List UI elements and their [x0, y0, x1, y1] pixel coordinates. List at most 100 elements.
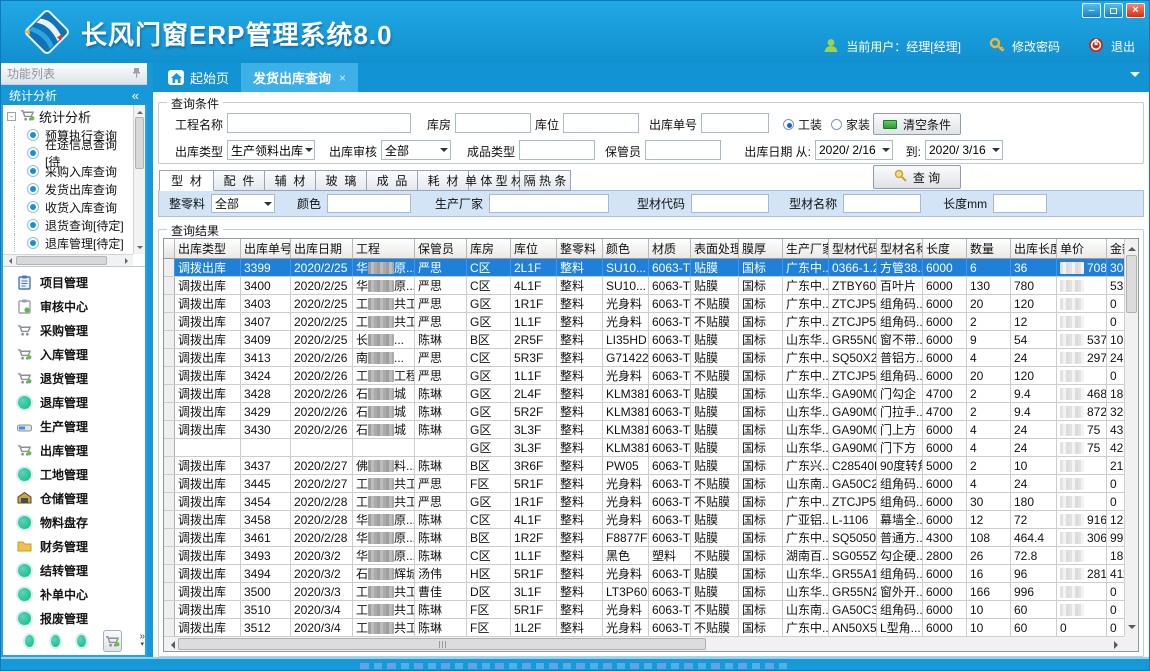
cell-date[interactable]: 2020/3/2 [291, 547, 353, 564]
cell-name[interactable]: 组角码... [877, 601, 923, 618]
cell-surf[interactable]: 不贴膜 [691, 295, 739, 312]
cell-no[interactable]: 3400 [241, 277, 291, 294]
cell-code[interactable]: GA50C37 [829, 601, 877, 618]
cell-price[interactable] [1057, 583, 1107, 600]
cell-maker[interactable]: 山东南... [783, 475, 829, 492]
cell-maker[interactable]: 山东华... [783, 565, 829, 582]
cell-keeper[interactable]: 陈琳 [415, 457, 467, 474]
sidebar-item-clipboard[interactable]: 审核中心 [3, 294, 145, 318]
row-header[interactable] [164, 601, 175, 618]
sidebar-item-dot[interactable]: 退库管理 [3, 390, 145, 414]
cell-outlen[interactable]: 180 [1011, 493, 1057, 510]
tree-horizontal-scrollbar[interactable] [3, 254, 133, 266]
module-dot-icon[interactable] [51, 635, 60, 647]
cell-proj[interactable]: 工共工程 [353, 619, 415, 636]
cell-price[interactable] [1057, 493, 1107, 510]
sidebar-item-cart-in[interactable]: 入库管理 [3, 342, 145, 366]
cell-price[interactable] [1057, 277, 1107, 294]
cell-color[interactable]: LT3P60 [603, 583, 649, 600]
cell-loc[interactable]: 3L3F [511, 421, 557, 438]
cell-surf[interactable]: 贴膜 [691, 529, 739, 546]
cell-film[interactable]: 国标 [739, 385, 783, 402]
cell-keeper[interactable]: 陈琳 [415, 529, 467, 546]
cell-price[interactable] [1057, 313, 1107, 330]
cell-mat[interactable]: 6063-T5 [649, 367, 691, 384]
cell-type[interactable]: 调拨出库 [175, 331, 241, 348]
cell-loc[interactable]: 2L1F [511, 259, 557, 276]
cell-name[interactable]: 组角码... [877, 367, 923, 384]
cart-module-button[interactable] [103, 630, 123, 652]
cell-keeper[interactable]: 陈琳 [415, 619, 467, 636]
cell-maker[interactable]: 山东华... [783, 385, 829, 402]
cell-no[interactable]: 3429 [241, 403, 291, 420]
table-row[interactable]: 调拨出库34542020/2/28工共工程严思G区1R1F整料光身料6063-T… [164, 493, 1138, 511]
cell-name[interactable]: 窗外开... [877, 583, 923, 600]
cell-len[interactable]: 4700 [923, 403, 967, 420]
cell-price[interactable]: 306 [1057, 529, 1107, 546]
cell-maker[interactable]: 山东华... [783, 439, 829, 456]
row-header[interactable] [164, 565, 175, 582]
column-header-proj[interactable]: 工程 [353, 239, 415, 258]
date-from-picker[interactable]: 2020/ 2/16 [815, 140, 893, 160]
cell-keeper[interactable]: 陈琳 [415, 331, 467, 348]
cell-no[interactable]: 3413 [241, 349, 291, 366]
cell-outlen[interactable]: 72 [1011, 511, 1057, 528]
cell-qty[interactable]: 4 [967, 349, 1011, 366]
cell-code[interactable]: GA90M06. [829, 385, 877, 402]
cell-proj[interactable]: 华原... [353, 529, 415, 546]
module-dot-icon[interactable] [25, 635, 34, 647]
cell-no[interactable]: 3437 [241, 457, 291, 474]
cell-type[interactable]: 调拨出库 [175, 619, 241, 636]
scroll-down-icon[interactable] [137, 246, 143, 252]
cell-loc[interactable]: 5R1F [511, 601, 557, 618]
cell-proj[interactable]: 华原... [353, 277, 415, 294]
cell-proj[interactable]: 工共工程 [353, 475, 415, 492]
cell-no[interactable]: 3512 [241, 619, 291, 636]
cell-type[interactable] [175, 439, 241, 456]
sidebar-item-clipboard-blue[interactable]: 项目管理 [3, 270, 145, 294]
cell-whole[interactable]: 整料 [557, 277, 603, 294]
sidebar-item-cart[interactable]: 采购管理 [3, 318, 145, 342]
cell-qty[interactable]: 2 [967, 313, 1011, 330]
cell-mat[interactable]: 塑料 [649, 547, 691, 564]
cell-name[interactable]: 幕墙全... [877, 511, 923, 528]
table-row[interactable]: 调拨出库34372020/2/27佛料...陈琳B区3R6F整料PW056063… [164, 457, 1138, 475]
scroll-up-icon[interactable] [137, 108, 143, 114]
cell-whole[interactable]: 整料 [557, 349, 603, 366]
cell-mat[interactable]: 6063-T5 [649, 457, 691, 474]
cell-maker[interactable]: 广东中... [783, 349, 829, 366]
cell-surf[interactable]: 贴膜 [691, 259, 739, 276]
maximize-button[interactable] [1104, 3, 1123, 18]
cell-room[interactable]: C区 [467, 277, 511, 294]
tree-item[interactable]: 退库管理[待定] [5, 234, 131, 252]
cell-name[interactable]: 组角码... [877, 295, 923, 312]
cell-len[interactable]: 5000 [923, 457, 967, 474]
cell-maker[interactable]: 广东中... [783, 295, 829, 312]
cell-room[interactable]: F区 [467, 475, 511, 492]
cell-mat[interactable]: 6063-T5 [649, 529, 691, 546]
column-header-whole[interactable]: 整零料 [557, 239, 603, 258]
cell-mat[interactable]: 6063-T5 [649, 385, 691, 402]
table-row[interactable]: 调拨出库35002020/3/3工共工程曹佳D区3L1F整料LT3P606063… [164, 583, 1138, 601]
table-row[interactable]: 调拨出库34942020/3/2石辉城汤伟H区5R1F整料光身料6063-T5贴… [164, 565, 1138, 583]
cell-date[interactable]: 2020/2/26 [291, 349, 353, 366]
cell-qty[interactable]: 4 [967, 421, 1011, 438]
cell-whole[interactable]: 整料 [557, 457, 603, 474]
cell-room[interactable]: G区 [467, 403, 511, 420]
sidebar-item-cart-out[interactable]: 出库管理 [3, 438, 145, 462]
keeper-input[interactable] [645, 140, 721, 160]
row-header[interactable] [164, 439, 175, 456]
cell-room[interactable]: G区 [467, 439, 511, 456]
cell-surf[interactable]: 贴膜 [691, 349, 739, 366]
cell-proj[interactable]: 石城 [353, 421, 415, 438]
cell-date[interactable]: 2020/2/25 [291, 277, 353, 294]
table-row[interactable]: G区3L3F整料KLM38176063-T5贴膜国标山东华...GA90M09.… [164, 439, 1138, 457]
row-header[interactable] [164, 313, 175, 330]
column-header-color[interactable]: 颜色 [603, 239, 649, 258]
cell-date[interactable] [291, 439, 353, 456]
cell-color[interactable]: SU10... [603, 277, 649, 294]
cell-loc[interactable]: 3L1F [511, 583, 557, 600]
cell-surf[interactable]: 贴膜 [691, 385, 739, 402]
cell-surf[interactable]: 贴膜 [691, 421, 739, 438]
cell-code[interactable]: ZTCJP5... [829, 367, 877, 384]
